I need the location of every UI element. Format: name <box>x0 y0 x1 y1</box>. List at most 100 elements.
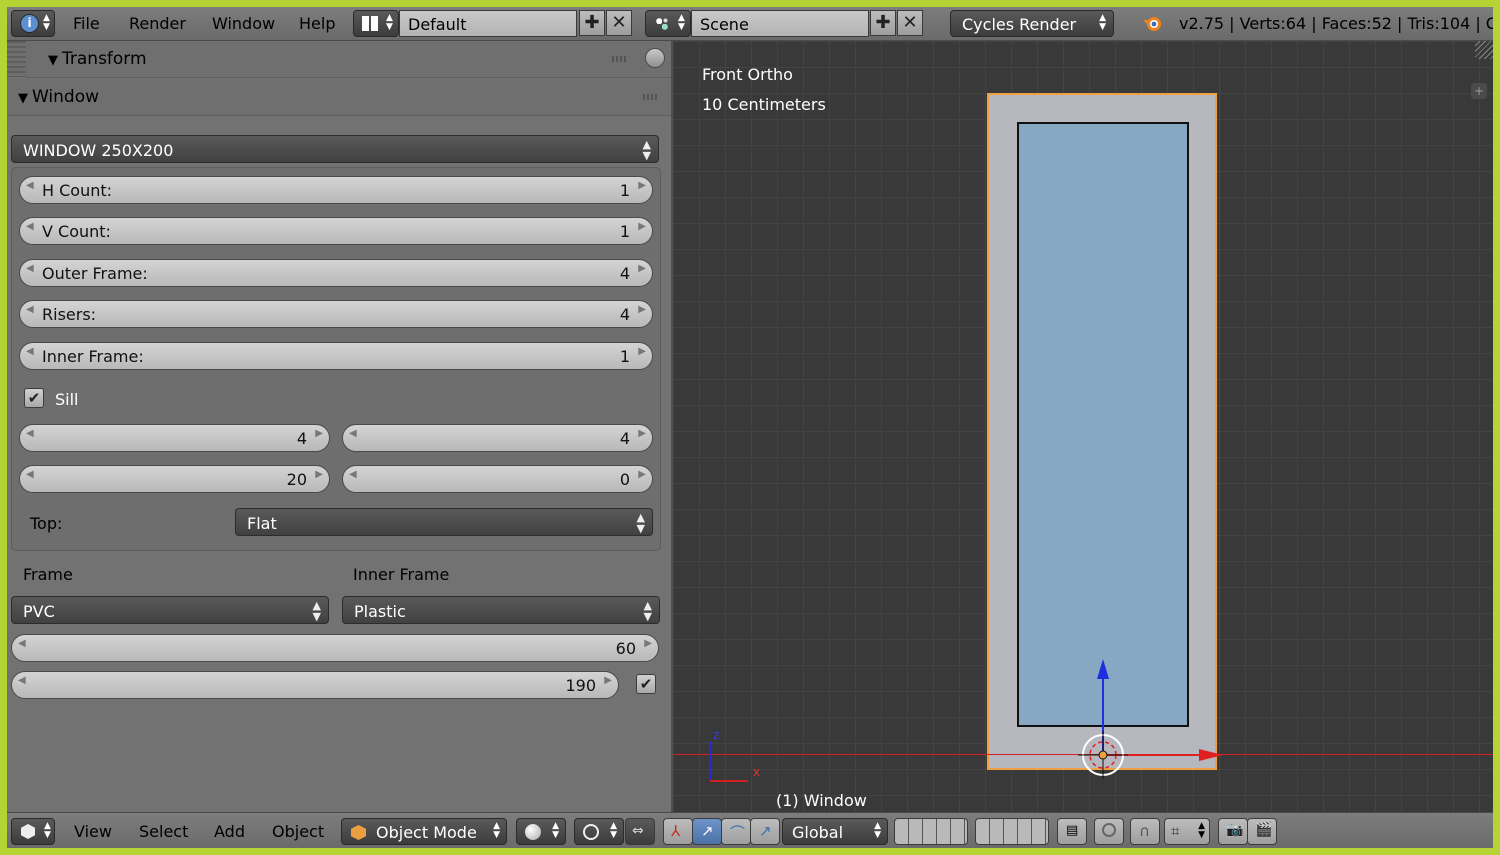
3d-viewport[interactable]: Front Ortho 10 Centimeters z x (1) Windo <box>673 41 1493 812</box>
collapse-triangle-icon: ▼ <box>48 53 58 68</box>
height-field[interactable]: ◀ 190 ▶ <box>11 671 619 699</box>
h-count-label: H Count: <box>42 181 113 200</box>
remove-layout-button[interactable]: ✕ <box>606 10 632 36</box>
increment-arrow-icon[interactable]: ▶ <box>638 428 646 439</box>
decrement-arrow-icon[interactable]: ◀ <box>18 675 26 686</box>
snap-toggle-button[interactable]: ∩ <box>1130 818 1160 845</box>
decrement-arrow-icon[interactable]: ◀ <box>349 469 357 480</box>
decrement-arrow-icon[interactable]: ◀ <box>26 304 34 315</box>
inner-frame-label: Inner Frame: <box>42 347 144 366</box>
inner-frame-material-value: Plastic <box>354 602 406 621</box>
inner-frame-material-dropdown[interactable]: Plastic ▲ ▼ <box>342 596 660 624</box>
increment-arrow-icon[interactable]: ▶ <box>315 428 323 439</box>
render-opengl-image-button[interactable]: 📷 <box>1218 818 1248 845</box>
view-name-label: Front Ortho <box>702 65 793 84</box>
increment-arrow-icon[interactable]: ▶ <box>638 263 646 274</box>
v-count-field[interactable]: ◀ V Count: 1 ▶ <box>19 217 653 245</box>
window-preset-dropdown[interactable]: WINDOW 250X200 ▲ ▼ <box>11 135 659 163</box>
increment-arrow-icon[interactable]: ▶ <box>644 638 652 649</box>
menu-view[interactable]: View <box>74 822 112 841</box>
sill-value-3-field[interactable]: ◀ 20 ▶ <box>19 465 330 493</box>
render-engine-dropdown[interactable]: Cycles Render ▲ ▼ <box>950 10 1114 37</box>
viewport-expand-button[interactable]: + <box>1471 83 1487 99</box>
increment-arrow-icon[interactable]: ▶ <box>604 675 612 686</box>
width-field[interactable]: ◀ 60 ▶ <box>11 634 659 662</box>
menu-add[interactable]: Add <box>214 822 245 841</box>
window-panel-header[interactable]: ▼ Window <box>7 79 671 116</box>
screen-layout-name-field[interactable]: Default <box>399 10 577 37</box>
increment-arrow-icon[interactable]: ▶ <box>638 304 646 315</box>
decrement-arrow-icon[interactable]: ◀ <box>26 180 34 191</box>
object-mode-cube-icon <box>351 825 366 840</box>
close-icon: ✕ <box>902 12 918 33</box>
rotate-manipulator-button[interactable]: ⌒ <box>721 818 751 845</box>
corner-resize-handle[interactable] <box>1475 41 1493 59</box>
decrement-arrow-icon[interactable]: ◀ <box>26 346 34 357</box>
menu-window[interactable]: Window <box>212 14 275 33</box>
clapperboard-icon: 🎬 <box>1255 822 1273 838</box>
chevron-updown-icon: ▲ ▼ <box>386 13 393 32</box>
scale-manipulator-button[interactable]: ↗ <box>750 818 780 845</box>
menu-object[interactable]: Object <box>272 822 324 841</box>
scene-selector[interactable]: ▲ ▼ <box>645 10 691 37</box>
sill-value-2-field[interactable]: ◀ 4 ▶ <box>342 424 653 452</box>
add-scene-button[interactable]: ✚ <box>870 10 896 36</box>
increment-arrow-icon[interactable]: ▶ <box>638 221 646 232</box>
decrement-arrow-icon[interactable]: ◀ <box>26 263 34 274</box>
increment-arrow-icon[interactable]: ▶ <box>638 346 646 357</box>
layer-buttons-group-1[interactable] <box>894 818 968 845</box>
frame-material-dropdown[interactable]: PVC ▲ ▼ <box>11 596 329 624</box>
add-layout-button[interactable]: ✚ <box>579 10 605 36</box>
pin-circle-icon[interactable] <box>645 48 665 68</box>
editor-type-selector[interactable]: ▲ ▼ <box>11 818 55 845</box>
pivot-point-dropdown[interactable]: ▲ ▼ <box>574 818 624 845</box>
render-opengl-animation-button[interactable]: 🎬 <box>1247 818 1277 845</box>
translate-manipulator-button[interactable]: ⅄ <box>663 818 693 845</box>
proportional-editing-button[interactable] <box>1094 818 1124 845</box>
transform-panel-header[interactable]: ▼ Transform <box>26 41 671 78</box>
increment-arrow-icon[interactable]: ▶ <box>638 469 646 480</box>
decrement-arrow-icon[interactable]: ◀ <box>18 638 26 649</box>
info-editor-button[interactable]: i ▲ ▼ <box>11 10 55 37</box>
decrement-arrow-icon[interactable]: ◀ <box>349 428 357 439</box>
viewport-shading-dropdown[interactable]: ▲ ▼ <box>516 818 566 845</box>
plus-icon: ✚ <box>584 12 600 33</box>
remove-scene-button[interactable]: ✕ <box>897 10 923 36</box>
sill-value-4-field[interactable]: ◀ 0 ▶ <box>342 465 653 493</box>
increment-arrow-icon[interactable]: ▶ <box>638 180 646 191</box>
risers-field[interactable]: ◀ Risers: 4 ▶ <box>19 300 653 328</box>
collapse-triangle-icon: ▼ <box>18 91 28 106</box>
3d-view-header: ▲ ▼ View Select Add Object Object Mode ▲ ▼… <box>7 812 1493 848</box>
menu-file[interactable]: File <box>73 14 100 33</box>
interaction-mode-dropdown[interactable]: Object Mode ▲ ▼ <box>341 818 507 845</box>
rotate-icon: ⌒ <box>730 824 746 842</box>
scene-name-field[interactable]: Scene <box>691 10 869 37</box>
screen-layout-selector[interactable]: ▲ ▼ <box>353 10 399 37</box>
active-object-label: (1) Window <box>776 791 867 810</box>
sill-checkbox[interactable]: ✔ <box>24 388 44 408</box>
layer-buttons-group-2[interactable] <box>975 818 1049 845</box>
decrement-arrow-icon[interactable]: ◀ <box>26 221 34 232</box>
lock-camera-layers-button[interactable]: ▤ <box>1057 818 1087 845</box>
top-style-dropdown[interactable]: Flat ▲ ▼ <box>235 508 653 536</box>
menu-help[interactable]: Help <box>299 14 335 33</box>
sill-value-4: 0 <box>619 470 630 489</box>
layout-icon <box>362 16 378 31</box>
decrement-arrow-icon[interactable]: ◀ <box>26 469 34 480</box>
menu-render[interactable]: Render <box>129 14 186 33</box>
snap-element-dropdown[interactable]: ⌗ ▲ ▼ <box>1164 818 1210 845</box>
increment-arrow-icon[interactable]: ▶ <box>315 469 323 480</box>
menu-select[interactable]: Select <box>139 822 188 841</box>
decrement-arrow-icon[interactable]: ◀ <box>26 428 34 439</box>
manipulator-icon: ⇔ <box>632 823 644 839</box>
outer-frame-field[interactable]: ◀ Outer Frame: 4 ▶ <box>19 259 653 287</box>
inner-frame-field[interactable]: ◀ Inner Frame: 1 ▶ <box>19 342 653 370</box>
transform-gizmo[interactable] <box>1053 621 1233 791</box>
manipulator-toggle-button[interactable]: ⇔ <box>625 818 655 845</box>
sill-value-1-field[interactable]: ◀ 4 ▶ <box>19 424 330 452</box>
move-manipulator-button[interactable]: ↗ <box>692 818 722 845</box>
height-checkbox[interactable]: ✔ <box>636 674 656 694</box>
h-count-field[interactable]: ◀ H Count: 1 ▶ <box>19 176 653 204</box>
transform-orientation-dropdown[interactable]: Global ▲ ▼ <box>782 818 888 845</box>
width-value: 60 <box>615 639 636 658</box>
